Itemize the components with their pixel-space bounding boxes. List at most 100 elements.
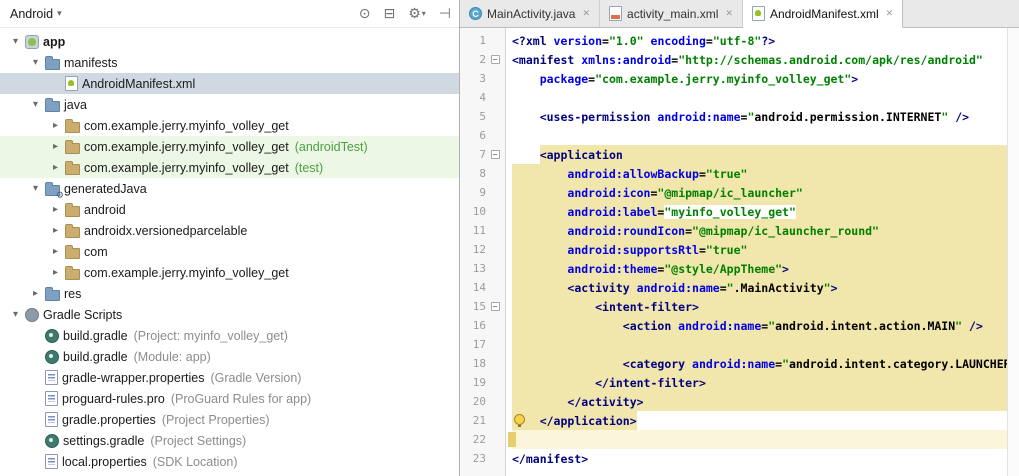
tree-item[interactable]: ▸ com bbox=[0, 241, 459, 262]
tree-item[interactable]: ▸ com.example.jerry.myinfo_volley_get (tes… bbox=[0, 157, 459, 178]
code-line[interactable] bbox=[512, 335, 1007, 354]
code-token: <intent-filter> bbox=[595, 299, 699, 314]
chevron-down-icon[interactable]: ▾ bbox=[28, 183, 43, 194]
editor-scrollbar[interactable] bbox=[1007, 28, 1019, 476]
code-line[interactable]: android:label = "myinfo_volley_get" bbox=[512, 202, 1007, 221]
tree-item-label: Gradle Scripts bbox=[43, 307, 123, 322]
code-token: " bbox=[955, 318, 963, 333]
chevron-right-icon[interactable]: ▸ bbox=[48, 267, 63, 278]
tree-item[interactable]: local.properties (SDK Location) bbox=[0, 451, 459, 472]
tree-item[interactable]: proguard-rules.pro (ProGuard Rules for ap… bbox=[0, 388, 459, 409]
tree-item[interactable]: gradle-wrapper.properties (Gradle Version… bbox=[0, 367, 459, 388]
fold-collapse-icon[interactable]: − bbox=[490, 302, 500, 311]
code-line[interactable]: android:allowBackup = "true" bbox=[512, 164, 1007, 183]
tree-item[interactable]: settings.gradle (Project Settings) bbox=[0, 430, 459, 451]
code-line[interactable]: <category android:name = " android.intent.c… bbox=[512, 354, 1007, 373]
tree-item[interactable]: ▸ com.example.jerry.myinfo_volley_get bbox=[0, 262, 459, 283]
locate-file-icon[interactable]: ⊙ bbox=[359, 5, 371, 22]
code-token: "utf-8" bbox=[712, 33, 762, 48]
tree-item-label: com.example.jerry.myinfo_volley_get bbox=[84, 265, 289, 280]
code-line[interactable]: <application bbox=[512, 145, 1007, 164]
tree-item[interactable]: ▸ com.example.jerry.myinfo_volley_get bbox=[0, 115, 459, 136]
code-token: android:theme bbox=[567, 261, 658, 276]
code-line[interactable]: package = "com.example.jerry.myinfo_volley… bbox=[512, 69, 1007, 88]
tree-item[interactable]: build.gradle (Module: app) bbox=[0, 346, 459, 367]
chevron-right-icon[interactable]: ▸ bbox=[48, 246, 63, 257]
project-view-selector[interactable]: Android ▾ bbox=[10, 7, 62, 21]
code-token: <?xml bbox=[512, 33, 554, 48]
chevron-down-icon[interactable]: ▾ bbox=[28, 99, 43, 110]
code-line[interactable] bbox=[512, 88, 1007, 107]
project-toolbar: ⊙ ⊟ ⚙ ▾ ⊣ bbox=[359, 5, 451, 22]
code-line[interactable] bbox=[508, 430, 1007, 449]
code-token: " bbox=[747, 109, 755, 124]
code-line[interactable]: <action android:name = " android.intent.act… bbox=[512, 316, 1007, 335]
properties-file-icon bbox=[45, 412, 58, 427]
code-line[interactable]: </manifest> bbox=[512, 449, 1007, 468]
tree-item[interactable]: ▾ generatedJava bbox=[0, 178, 459, 201]
code-token: = bbox=[698, 166, 706, 181]
tree-item[interactable]: ▾ java bbox=[0, 94, 459, 115]
tree-item-annotation: (Project Properties) bbox=[161, 412, 270, 427]
code-line[interactable]: <manifest xmlns:android = "http://schemas.… bbox=[512, 50, 1007, 69]
chevron-right-icon[interactable]: ▸ bbox=[48, 162, 63, 173]
code-token: android.intent.action.MAIN bbox=[775, 318, 956, 333]
code-line[interactable]: android:supportsRtl = "true" bbox=[512, 240, 1007, 259]
hide-panel-icon[interactable]: ⊣ bbox=[439, 5, 451, 22]
fold-collapse-icon[interactable]: − bbox=[490, 55, 500, 64]
line-number: 9 bbox=[479, 186, 486, 199]
chevron-right-icon[interactable]: ▸ bbox=[48, 120, 63, 131]
android-studio-window: Android ▾ ⊙ ⊟ ⚙ ▾ ⊣ ▾ app ▾ manifests AndroidMan… bbox=[0, 0, 1019, 476]
tree-item[interactable]: ▸ res bbox=[0, 283, 459, 304]
editor-tab[interactable]: activity_main.xml ✕ bbox=[600, 0, 743, 27]
tree-item[interactable]: gradle.properties (Project Properties) bbox=[0, 409, 459, 430]
code-line[interactable]: <intent-filter> bbox=[512, 297, 1007, 316]
tree-item[interactable]: ▸ androidx.versionedparcelable bbox=[0, 220, 459, 241]
tree-item[interactable]: ▾ manifests bbox=[0, 52, 459, 73]
code-token: .MainActivity bbox=[733, 280, 824, 295]
chevron-right-icon[interactable]: ▸ bbox=[28, 288, 43, 299]
chevron-down-icon[interactable]: ▾ bbox=[8, 36, 23, 47]
properties-file-icon bbox=[45, 454, 58, 469]
code-token: /> bbox=[955, 109, 970, 124]
tree-item[interactable]: ▾ app bbox=[0, 31, 459, 52]
settings-gear-icon[interactable]: ⚙ ▾ bbox=[408, 5, 426, 22]
code-line[interactable]: android:roundIcon = "@mipmap/ic_launcher_r… bbox=[512, 221, 1007, 240]
intention-bulb-icon[interactable] bbox=[514, 414, 525, 427]
code-line[interactable]: </intent-filter> bbox=[512, 373, 1007, 392]
collapse-all-icon[interactable]: ⊟ bbox=[383, 5, 395, 22]
tree-item-label: app bbox=[43, 34, 66, 49]
editor-tab[interactable]: AndroidManifest.xml ✕ bbox=[742, 0, 904, 28]
editor-tab[interactable]: C MainActivity.java ✕ bbox=[460, 0, 601, 27]
editor-code[interactable]: <?xml version = "1.0" encoding = "utf-8" ?> <m… bbox=[506, 28, 1007, 476]
tree-item[interactable]: ▸ com.example.jerry.myinfo_volley_get (and… bbox=[0, 136, 459, 157]
tree-item[interactable]: ▸ android bbox=[0, 199, 459, 220]
close-icon[interactable]: ✕ bbox=[886, 8, 894, 19]
close-icon[interactable]: ✕ bbox=[725, 8, 733, 19]
code-line[interactable]: <uses-permission android:name = " android.p… bbox=[512, 107, 1007, 126]
code-token: android:name bbox=[678, 318, 762, 333]
code-token: = bbox=[775, 356, 783, 371]
tree-item[interactable]: AndroidManifest.xml bbox=[0, 73, 459, 94]
code-line[interactable]: <?xml version = "1.0" encoding = "utf-8" ?> bbox=[512, 31, 1007, 50]
chevron-right-icon[interactable]: ▸ bbox=[48, 204, 63, 215]
line-number: 7 bbox=[479, 148, 486, 161]
fold-collapse-icon[interactable]: − bbox=[490, 150, 500, 159]
chevron-right-icon[interactable]: ▸ bbox=[48, 225, 63, 236]
close-icon[interactable]: ✕ bbox=[582, 8, 590, 19]
code-line[interactable]: <activity android:name = " .MainActivity " > bbox=[512, 278, 1007, 297]
chevron-right-icon[interactable]: ▸ bbox=[48, 141, 63, 152]
tree-item[interactable]: build.gradle (Project: myinfo_volley_get) bbox=[0, 325, 459, 346]
tree-item[interactable]: ▾ Gradle Scripts bbox=[0, 304, 459, 325]
code-line[interactable] bbox=[512, 126, 1007, 145]
chevron-down-icon[interactable]: ▾ bbox=[8, 309, 23, 320]
code-token: = bbox=[650, 185, 658, 200]
code-line[interactable]: </application> bbox=[512, 411, 1007, 430]
code-line[interactable]: android:icon = "@mipmap/ic_launcher" bbox=[512, 183, 1007, 202]
chevron-down-icon[interactable]: ▾ bbox=[28, 57, 43, 68]
code-line[interactable]: android:theme = "@style/AppTheme" > bbox=[512, 259, 1007, 278]
code-line[interactable]: </activity> bbox=[512, 392, 1007, 411]
package-icon bbox=[65, 245, 80, 259]
